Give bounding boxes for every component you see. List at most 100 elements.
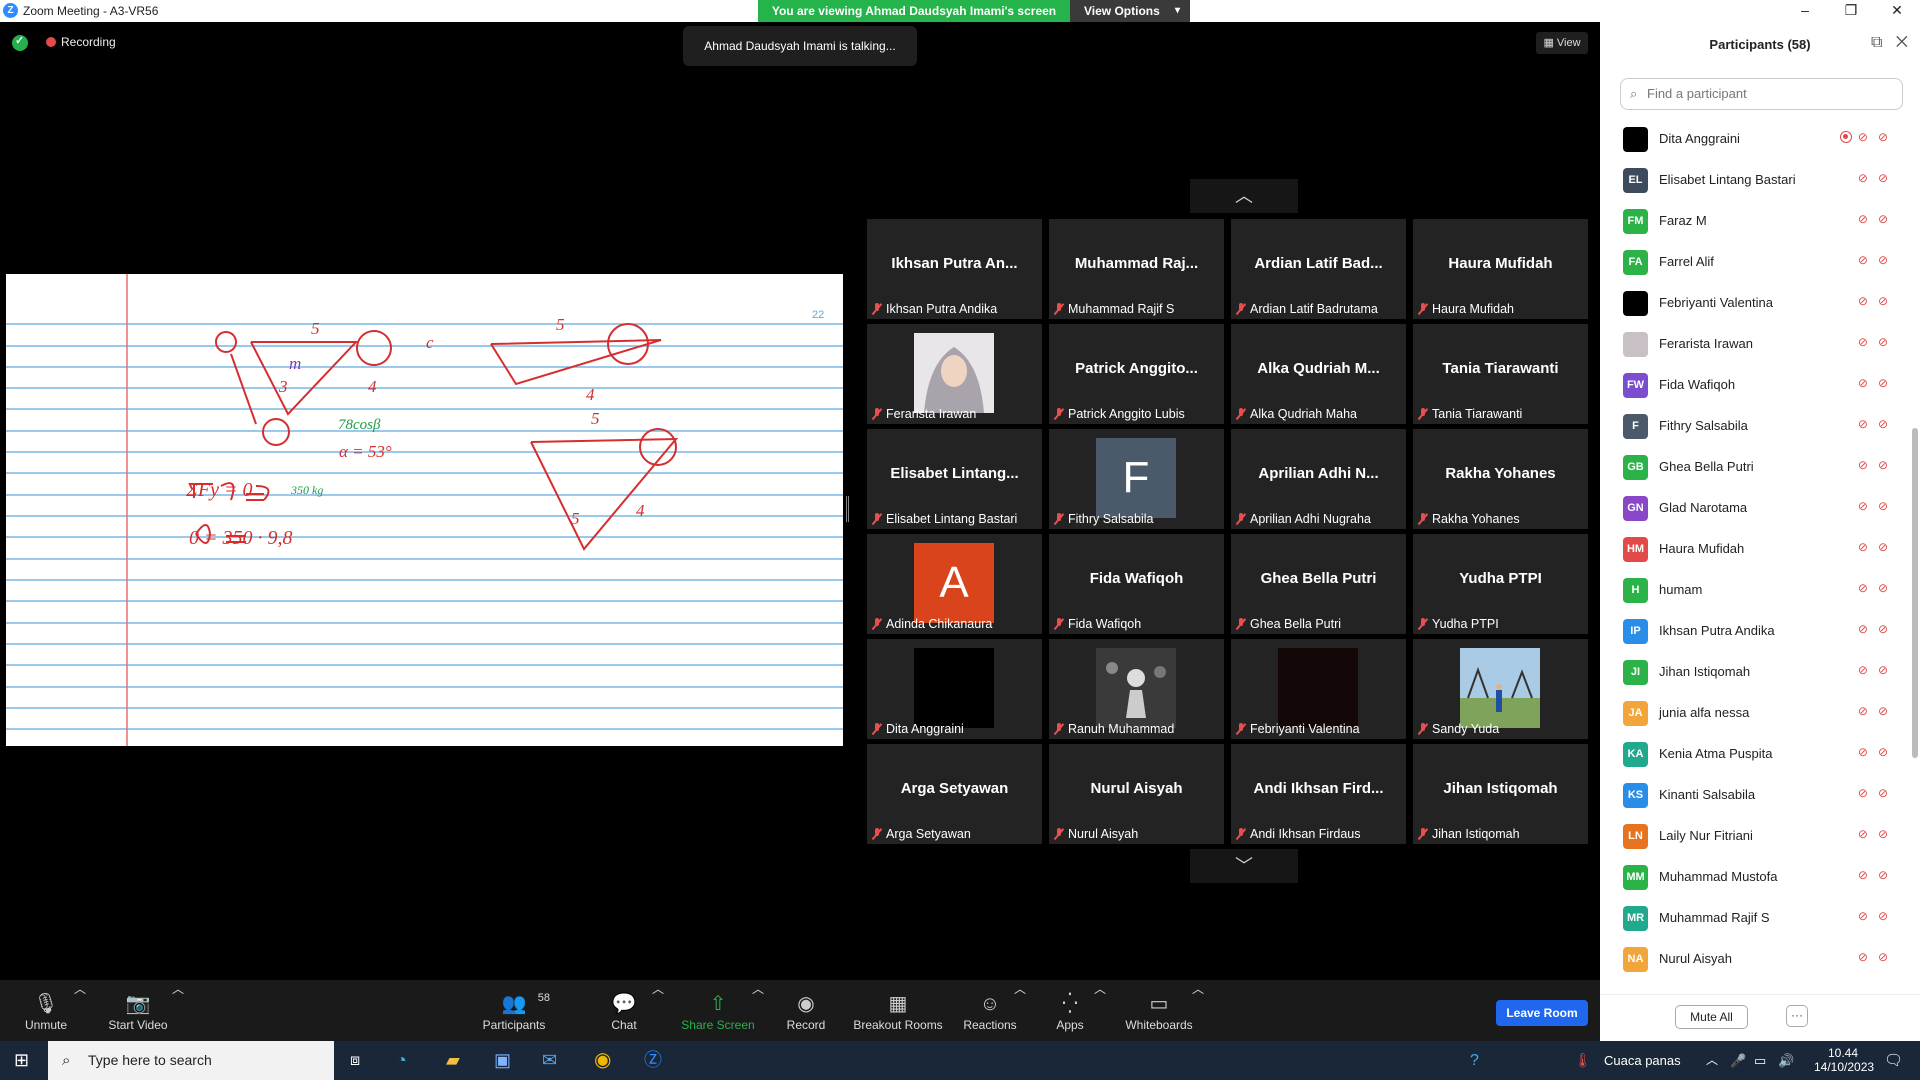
chrome-icon[interactable]: ◉ [594, 1041, 611, 1080]
note-label: 5 [311, 319, 320, 338]
video-tile[interactable]: Febriyanti Valentina [1231, 639, 1406, 739]
view-options-button[interactable]: View Options ▾ [1070, 0, 1190, 22]
video-tile[interactable]: Ghea Bella Putri Ghea Bella Putri [1231, 534, 1406, 634]
video-tile[interactable]: Rakha Yohanes Rakha Yohanes [1413, 429, 1588, 529]
reactions-options-chevron-icon[interactable]: ︿ [1014, 980, 1026, 1041]
apps-options-chevron-icon[interactable]: ︿ [1094, 980, 1106, 1041]
close-icon[interactable]: ✕ [1896, 34, 1908, 51]
muted-microphone-icon: ⊘ [1857, 663, 1878, 677]
edge-browser-icon[interactable]: ◔ [396, 1041, 407, 1080]
participant-row[interactable]: LN Laily Nur Fitriani ⊘⊘ [1600, 815, 1910, 856]
whiteboards-options-chevron-icon[interactable]: ︿ [1192, 980, 1204, 1041]
participant-search-input[interactable]: ⌕ Find a participant [1620, 78, 1903, 110]
video-options-chevron-icon[interactable]: ︿ [172, 980, 184, 1041]
leave-room-button[interactable]: Leave Room [1496, 1000, 1588, 1026]
windows-start-icon[interactable]: ⊞ [14, 1041, 29, 1080]
video-tile[interactable]: F Fithry Salsabila [1049, 429, 1224, 529]
pop-out-icon[interactable]: ⧉ [1871, 34, 1882, 51]
mute-all-button[interactable]: Mute All [1675, 1005, 1748, 1029]
share-screen-button[interactable]: ⇧ Share Screen [680, 980, 756, 1041]
close-window-button[interactable]: ✕ [1874, 0, 1920, 22]
video-tile[interactable]: Fida Wafiqoh Fida Wafiqoh [1049, 534, 1224, 634]
unmute-button[interactable]: 🎙 Unmute [18, 980, 74, 1041]
video-tile[interactable]: Ardian Latif Bad... Ardian Latif Badrutam… [1231, 219, 1406, 319]
participant-row[interactable]: EL Elisabet Lintang Bastari ⊘⊘ [1600, 159, 1910, 200]
participant-row[interactable]: MM Muhammad Mustofa ⊘⊘ [1600, 856, 1910, 897]
task-view-icon[interactable]: ⧈ [350, 1041, 360, 1080]
participants-button[interactable]: 👥 58 Participants [478, 980, 550, 1041]
breakout-rooms-button[interactable]: ▦ Breakout Rooms [852, 980, 944, 1041]
participant-row[interactable]: Febriyanti Valentina ⊘⊘ [1600, 282, 1910, 323]
participant-list-scrollbar[interactable] [1912, 118, 1918, 768]
video-tile[interactable]: Elisabet Lintang... Elisabet Lintang Bast… [867, 429, 1042, 529]
participant-row[interactable]: F Fithry Salsabila ⊘⊘ [1600, 405, 1910, 446]
video-tile[interactable]: Patrick Anggito... Patrick Anggito Lubis [1049, 324, 1224, 424]
video-tile[interactable]: Yudha PTPI Yudha PTPI [1413, 534, 1588, 634]
recording-indicator[interactable]: Recording [46, 35, 116, 49]
taskbar-search-input[interactable]: ⌕ Type here to search [48, 1041, 334, 1080]
file-explorer-icon[interactable]: ▰ [446, 1041, 460, 1080]
clock[interactable]: 10.44 14/10/2023 [1814, 1041, 1874, 1080]
participant-row[interactable]: FA Farrel Alif ⊘⊘ [1600, 241, 1910, 282]
participant-row[interactable]: MR Muhammad Rajif S ⊘⊘ [1600, 897, 1910, 938]
volume-icon[interactable]: 🔊 [1778, 1041, 1794, 1080]
participant-row[interactable]: JA junia alfa nessa ⊘⊘ [1600, 692, 1910, 733]
start-video-button[interactable]: 📷 Start Video [104, 980, 172, 1041]
more-options-button[interactable]: ··· [1786, 1005, 1808, 1027]
zoom-app-icon[interactable]: Ⓩ [644, 1041, 662, 1080]
participant-row[interactable]: JI Jihan Istiqomah ⊘⊘ [1600, 651, 1910, 692]
video-tile[interactable]: Ferarista Irawan [867, 324, 1042, 424]
participant-row[interactable]: GB Ghea Bella Putri ⊘⊘ [1600, 446, 1910, 487]
share-options-chevron-icon[interactable]: ︿ [752, 980, 764, 1041]
video-tile[interactable]: Jihan Istiqomah Jihan Istiqomah [1413, 744, 1588, 844]
video-tile[interactable]: Dita Anggraini [867, 639, 1042, 739]
restore-button[interactable]: ❐ [1828, 0, 1874, 22]
minimize-button[interactable]: – [1782, 0, 1828, 22]
video-tile[interactable]: Ranuh Muhammad [1049, 639, 1224, 739]
participant-row[interactable]: GN Glad Narotama ⊘⊘ [1600, 487, 1910, 528]
show-hidden-icons-chevron-icon[interactable]: ︿ [1706, 1041, 1718, 1080]
participant-row[interactable]: FW Fida Wafiqoh ⊘⊘ [1600, 364, 1910, 405]
video-tile[interactable]: Aprilian Adhi N... Aprilian Adhi Nugraha [1231, 429, 1406, 529]
weather-text[interactable]: Cuaca panas [1604, 1041, 1681, 1080]
participant-row[interactable]: NA Nurul Aisyah ⊘⊘ [1600, 938, 1910, 979]
chat-button[interactable]: 💬 Chat [604, 980, 644, 1041]
video-tile[interactable]: Nurul Aisyah Nurul Aisyah [1049, 744, 1224, 844]
participant-row[interactable]: Hhumam ⊘⊘ [1600, 569, 1910, 610]
participant-row[interactable]: IP Ikhsan Putra Andika ⊘⊘ [1600, 610, 1910, 651]
audio-options-chevron-icon[interactable]: ︿ [74, 980, 86, 1041]
chat-options-chevron-icon[interactable]: ︿ [652, 980, 664, 1041]
participant-row[interactable]: KA Kenia Atma Puspita ⊘⊘ [1600, 733, 1910, 774]
participant-row[interactable]: HM Haura Mufidah ⊘⊘ [1600, 528, 1910, 569]
video-tile[interactable]: A Adinda Chikanaura [867, 534, 1042, 634]
network-icon[interactable]: ▭ [1754, 1041, 1766, 1080]
video-tile[interactable]: Alka Qudriah M... Alka Qudriah Maha [1231, 324, 1406, 424]
split-resize-handle[interactable] [846, 496, 849, 522]
video-tile[interactable]: Tania Tiarawanti Tania Tiarawanti [1413, 324, 1588, 424]
participant-row[interactable]: KS Kinanti Salsabila ⊘⊘ [1600, 774, 1910, 815]
participant-row[interactable]: FM Faraz M ⊘⊘ [1600, 200, 1910, 241]
video-tile[interactable]: Haura Mufidah Haura Mufidah [1413, 219, 1588, 319]
video-tile[interactable]: Ikhsan Putra An... Ikhsan Putra Andika [867, 219, 1042, 319]
record-button[interactable]: ◉ Record [784, 980, 828, 1041]
microphone-tray-icon[interactable]: 🎤 [1730, 1041, 1746, 1080]
scrollbar-thumb[interactable] [1912, 428, 1918, 758]
reactions-button[interactable]: ☺ Reactions [962, 980, 1018, 1041]
participant-status-icons: ⊘⊘ [1858, 540, 1898, 554]
mail-icon[interactable]: ✉ [542, 1041, 557, 1080]
video-tile[interactable]: Muhammad Raj... Muhammad Rajif S [1049, 219, 1224, 319]
notifications-icon[interactable]: 🗨 [1884, 1041, 1903, 1080]
whiteboards-button[interactable]: ▭ Whiteboards [1124, 980, 1194, 1041]
video-tile[interactable]: Sandy Yuda [1413, 639, 1588, 739]
store-icon[interactable]: ▣ [494, 1041, 511, 1080]
help-icon[interactable]: ? [1470, 1041, 1479, 1080]
gallery-page-up-button[interactable]: ︿ [1190, 179, 1298, 213]
participant-row[interactable]: Dita Anggraini ⊘⊘ [1600, 118, 1910, 159]
apps-button[interactable]: ⁛ Apps [1052, 980, 1088, 1041]
encryption-shield-icon[interactable] [12, 34, 28, 51]
gallery-page-down-button[interactable]: ﹀ [1190, 849, 1298, 883]
video-tile[interactable]: Arga Setyawan Arga Setyawan [867, 744, 1042, 844]
participant-row[interactable]: Ferarista Irawan ⊘⊘ [1600, 323, 1910, 364]
view-button[interactable]: ▦ View [1536, 32, 1588, 54]
video-tile[interactable]: Andi Ikhsan Fird... Andi Ikhsan Firdaus [1231, 744, 1406, 844]
